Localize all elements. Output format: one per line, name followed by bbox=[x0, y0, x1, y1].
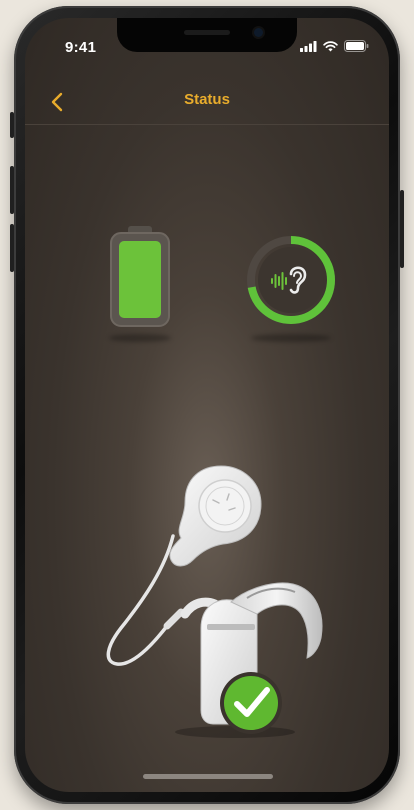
power-button bbox=[400, 190, 404, 268]
page: 9:41 Status bbox=[0, 0, 414, 810]
cellular-signal-icon bbox=[300, 40, 317, 52]
mute-switch bbox=[10, 112, 14, 138]
signal-ring-shadow bbox=[251, 334, 331, 342]
status-time: 9:41 bbox=[65, 39, 97, 56]
front-camera bbox=[254, 28, 263, 37]
screen: 9:41 Status bbox=[25, 18, 389, 792]
signal-ring bbox=[247, 236, 335, 324]
volume-up-button bbox=[10, 166, 14, 214]
battery-shadow bbox=[109, 334, 171, 342]
battery-level-indicator bbox=[110, 226, 170, 327]
sound-processor-illustration bbox=[106, 465, 323, 738]
connected-check-badge bbox=[220, 672, 282, 734]
battery-status-icon bbox=[344, 40, 369, 52]
notch bbox=[117, 18, 297, 52]
speaker-grille bbox=[184, 30, 230, 35]
status-icons bbox=[300, 40, 369, 52]
home-indicator[interactable] bbox=[143, 774, 273, 779]
navigation-bar: Status bbox=[25, 80, 389, 125]
volume-down-button bbox=[10, 224, 14, 272]
page-title: Status bbox=[184, 91, 230, 108]
wifi-icon bbox=[323, 40, 338, 51]
